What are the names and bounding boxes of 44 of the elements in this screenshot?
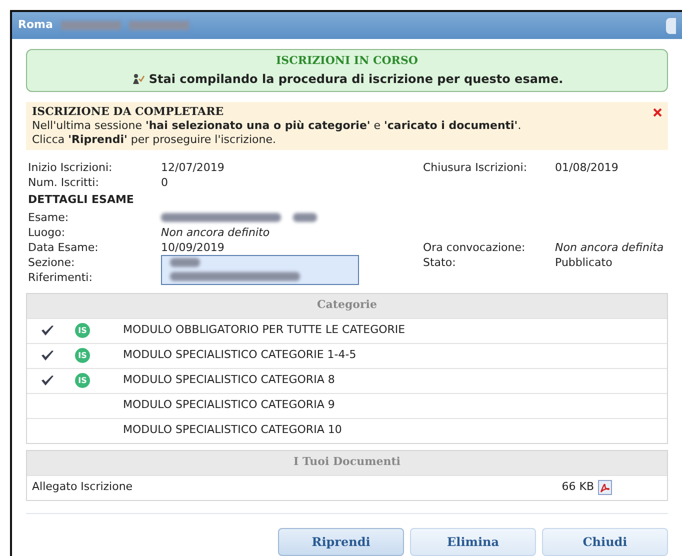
field-label: Esame: bbox=[28, 210, 70, 224]
table-header: I Tuoi Documenti bbox=[27, 450, 667, 474]
field-label: Ora convocazione: bbox=[423, 240, 526, 254]
field-label: Sezione: bbox=[28, 254, 76, 270]
category-name: MODULO SPECIALISTICO CATEGORIA 8 bbox=[123, 372, 335, 388]
table-header: Categorie bbox=[27, 294, 667, 318]
notice-title: ISCRIZIONE DA COMPLETARE bbox=[32, 104, 224, 118]
category-name: MODULO SPECIALISTICO CATEGORIE 1-4-5 bbox=[123, 347, 356, 364]
field-value: Non ancora definita bbox=[555, 240, 665, 254]
field-label: Inizio Iscrizioni: bbox=[28, 160, 114, 174]
category-name: MODULO SPECIALISTICO CATEGORIA 9 bbox=[123, 397, 335, 414]
field-value: 12/07/2019 bbox=[161, 160, 224, 174]
status-title: ISCRIZIONI IN CORSO bbox=[276, 53, 418, 69]
close-icon[interactable] bbox=[653, 108, 662, 116]
field-label: Riferimenti: bbox=[28, 270, 94, 284]
field-value: Pubblicato bbox=[555, 254, 614, 270]
field-value: 0 bbox=[161, 174, 168, 190]
notice-text: Clicca 'Riprendi' per proseguire l'iscrizione. bbox=[32, 132, 277, 146]
file-size: 66 KB bbox=[562, 479, 594, 496]
field-label: Chiusura Iscrizioni: bbox=[423, 160, 528, 174]
dialog-button[interactable]: Riprendi bbox=[278, 528, 404, 556]
category-name: MODULO SPECIALISTICO CATEGORIA 10 bbox=[123, 422, 342, 438]
status-badge: IS bbox=[75, 348, 90, 363]
field-label: Luogo: bbox=[28, 224, 66, 240]
field-value: 01/08/2019 bbox=[555, 160, 620, 174]
category-name: MODULO OBBLIGATORIO PER TUTTE LE CATEGORIE bbox=[123, 322, 406, 338]
field-label: Num. Iscritti: bbox=[28, 174, 100, 190]
status-badge: IS bbox=[75, 373, 90, 388]
field-label: Data Esame: bbox=[28, 240, 100, 254]
status-badge: IS bbox=[75, 323, 90, 338]
dialog-button[interactable]: Elimina bbox=[410, 528, 536, 556]
field-label: Stato: bbox=[423, 254, 457, 270]
field-value: Non ancora definito bbox=[161, 224, 270, 240]
person-check-icon bbox=[130, 72, 145, 84]
notice-text: Nell'ultima sessione 'hai selezionato una o più categorie' e 'caricato i documenti'. bbox=[32, 118, 522, 132]
window-title: Roma bbox=[18, 17, 53, 34]
section-title: DETTAGLI ESAME bbox=[28, 192, 135, 208]
document-name: Allegato Iscrizione bbox=[32, 479, 133, 496]
redacted-text bbox=[170, 258, 200, 267]
dialog-button[interactable]: Chiudi bbox=[542, 528, 668, 556]
pdf-file-icon[interactable] bbox=[598, 480, 612, 495]
field-value: 10/09/2019 bbox=[161, 240, 224, 254]
status-message: Stai compilando la procedura di iscrizione per questo esame. bbox=[148, 70, 564, 88]
redacted-text bbox=[293, 212, 317, 222]
